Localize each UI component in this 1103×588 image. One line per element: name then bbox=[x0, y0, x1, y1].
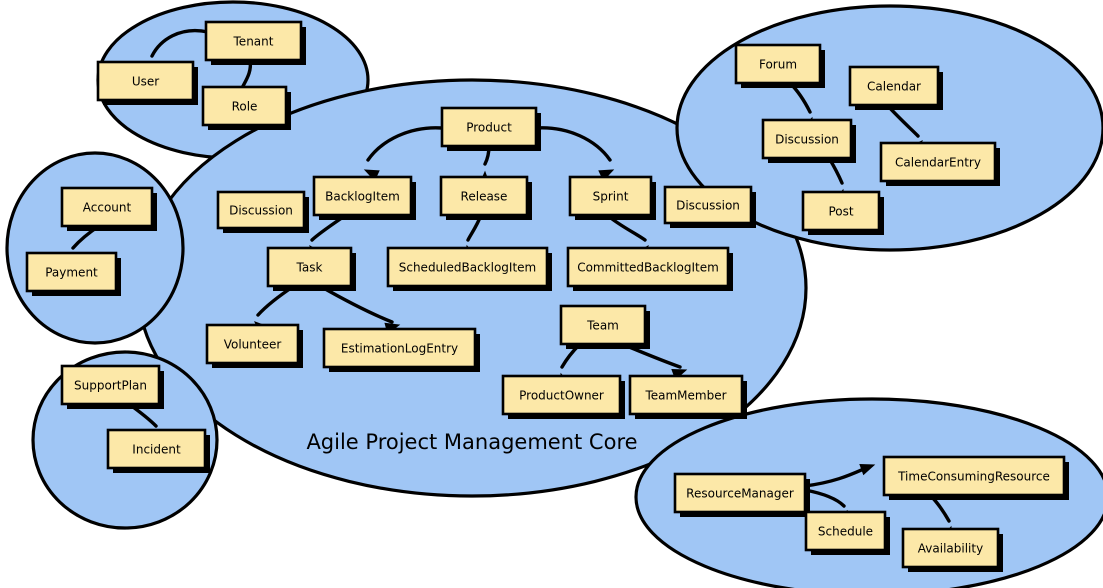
entity-node-schedule[interactable]: Schedule bbox=[804, 510, 890, 555]
node-box[interactable] bbox=[801, 190, 881, 232]
node-box[interactable] bbox=[96, 60, 195, 102]
entity-node-account[interactable]: Account bbox=[60, 186, 157, 231]
node-box[interactable] bbox=[201, 85, 288, 127]
node-box[interactable] bbox=[848, 65, 940, 107]
node-box[interactable] bbox=[734, 43, 822, 85]
node-box[interactable] bbox=[628, 374, 744, 416]
entity-node-timeconsumingresource[interactable]: TimeConsumingResource bbox=[882, 455, 1069, 500]
entity-node-incident[interactable]: Incident bbox=[106, 428, 210, 473]
entity-node-scheduledbacklogitem[interactable]: ScheduledBacklogItem bbox=[386, 246, 552, 291]
entity-node-task[interactable]: Task bbox=[266, 246, 356, 291]
entity-node-committedbacklogitem[interactable]: CommittedBacklogItem bbox=[566, 246, 733, 291]
entity-node-discussion-core-right[interactable]: Discussion bbox=[663, 185, 756, 228]
node-box[interactable] bbox=[60, 186, 154, 228]
entity-node-forum[interactable]: Forum bbox=[734, 43, 825, 88]
node-box[interactable] bbox=[25, 251, 118, 293]
entity-node-supportplan[interactable]: SupportPlan bbox=[60, 364, 164, 409]
node-box[interactable] bbox=[205, 323, 300, 365]
entity-node-estimationlogentry[interactable]: EstimationLogEntry bbox=[322, 327, 480, 372]
node-box[interactable] bbox=[566, 246, 730, 288]
node-box[interactable] bbox=[439, 175, 529, 217]
node-box[interactable] bbox=[501, 374, 622, 416]
entity-node-role[interactable]: Role bbox=[201, 85, 291, 130]
node-box[interactable] bbox=[761, 118, 853, 160]
entity-node-volunteer[interactable]: Volunteer bbox=[205, 323, 303, 368]
entity-node-team[interactable]: Team bbox=[559, 304, 650, 349]
entity-node-sprint[interactable]: Sprint bbox=[568, 175, 656, 220]
entity-node-calendarentry[interactable]: CalendarEntry bbox=[879, 141, 1000, 186]
node-box[interactable] bbox=[106, 428, 207, 470]
diagram-svg: Agile Project Management Core TenantUser… bbox=[5, 0, 1103, 588]
node-box[interactable] bbox=[882, 455, 1066, 497]
entity-node-product[interactable]: Product bbox=[440, 106, 541, 151]
entity-node-tenant[interactable]: Tenant bbox=[204, 20, 306, 65]
entity-node-resourcemanager[interactable]: ResourceManager bbox=[673, 472, 810, 517]
node-box[interactable] bbox=[266, 246, 353, 288]
entity-node-calendar[interactable]: Calendar bbox=[848, 65, 943, 110]
node-box[interactable] bbox=[204, 20, 303, 62]
context-boundary-billing[interactable] bbox=[5, 151, 185, 345]
node-box[interactable] bbox=[216, 190, 306, 230]
entity-node-discussion-core-left[interactable]: Discussion bbox=[216, 190, 309, 233]
node-box[interactable] bbox=[901, 527, 1000, 569]
node-box[interactable] bbox=[60, 364, 161, 406]
node-box[interactable] bbox=[312, 175, 413, 217]
entity-node-discussion-collab[interactable]: Discussion bbox=[761, 118, 856, 163]
node-box[interactable] bbox=[663, 185, 753, 225]
node-box[interactable] bbox=[440, 106, 538, 148]
node-box[interactable] bbox=[559, 304, 647, 346]
entity-node-productowner[interactable]: ProductOwner bbox=[501, 374, 625, 419]
entity-node-availability[interactable]: Availability bbox=[901, 527, 1003, 572]
entity-node-payment[interactable]: Payment bbox=[25, 251, 121, 296]
node-box[interactable] bbox=[804, 510, 887, 552]
diagram-canvas: Agile Project Management Core Tenant User… bbox=[0, 0, 1103, 588]
entity-node-teammember[interactable]: TeamMember bbox=[628, 374, 747, 419]
node-box[interactable] bbox=[386, 246, 549, 288]
node-box[interactable] bbox=[673, 472, 807, 514]
entity-node-user[interactable]: User bbox=[96, 60, 198, 105]
node-box[interactable] bbox=[568, 175, 653, 217]
entity-node-backlogitem[interactable]: BacklogItem bbox=[312, 175, 416, 220]
entity-node-post[interactable]: Post bbox=[801, 190, 884, 235]
entity-node-release[interactable]: Release bbox=[439, 175, 532, 220]
node-box[interactable] bbox=[322, 327, 477, 369]
node-box[interactable] bbox=[879, 141, 997, 183]
